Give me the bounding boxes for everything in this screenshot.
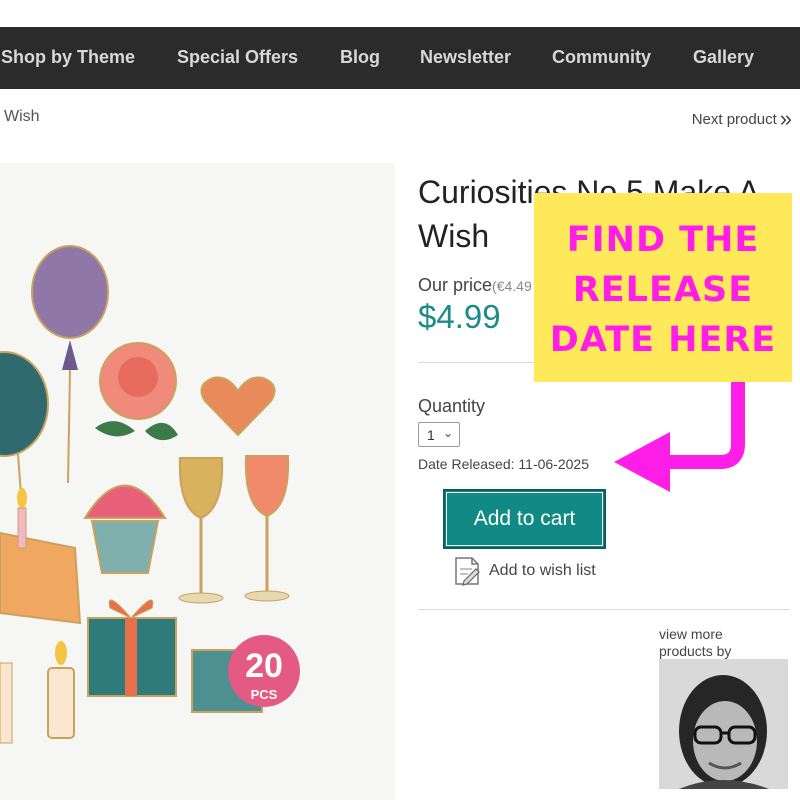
glass-left	[178, 457, 224, 520]
callout-arrow-icon	[614, 382, 745, 492]
nav-shop-by-theme[interactable]: Shop by Theme	[1, 47, 135, 68]
release-date-label: Date Released:	[418, 456, 515, 472]
callout-line: DATE HERE	[549, 320, 777, 360]
nav-newsletter[interactable]: Newsletter	[420, 47, 511, 68]
designer-photo	[659, 659, 788, 789]
quantity-label: Quantity	[418, 396, 486, 416]
callout-line: RELEASE	[572, 270, 754, 310]
product-image[interactable]: 20 PCS	[0, 163, 395, 800]
release-date-value: 11-06-2025	[518, 456, 589, 472]
price-label: Our price(€4.49	[418, 275, 532, 296]
badge-unit: PCS	[251, 687, 278, 702]
original-price: (€4.49	[492, 278, 532, 294]
divider	[418, 609, 790, 610]
release-date-callout: FIND THE RELEASE DATE HERE	[534, 193, 792, 382]
purple-balloon	[31, 245, 109, 339]
product-price: $4.99	[418, 298, 501, 335]
callout-line: FIND THE	[566, 220, 760, 260]
add-to-wishlist-label: Add to wish list	[489, 562, 596, 579]
wishlist-note-icon	[455, 557, 480, 586]
add-to-cart-button[interactable]: Add to cart	[443, 489, 606, 549]
next-product-link[interactable]: Next product»	[692, 106, 792, 132]
cupcake-frosting	[83, 484, 167, 519]
purple-balloon-knot	[62, 340, 78, 370]
glass-right	[244, 455, 290, 518]
product-illustration: 20 PCS	[0, 245, 300, 744]
next-product-label: Next product	[691, 111, 777, 128]
release-date: Date Released: 11-06-2025	[418, 456, 589, 472]
breadcrumb-current: Wish	[4, 108, 40, 125]
cake-slice	[0, 531, 82, 625]
nav-blog[interactable]: Blog	[340, 47, 380, 68]
nav-special-offers[interactable]: Special Offers	[177, 47, 298, 68]
nav-community[interactable]: Community	[552, 47, 651, 68]
top-strip	[0, 0, 800, 27]
nav-gallery[interactable]: Gallery	[693, 47, 754, 68]
designer-avatar[interactable]	[659, 659, 788, 789]
double-chevron-right-icon: »	[779, 106, 792, 131]
callout-text: FIND THE RELEASE DATE HERE	[534, 215, 792, 365]
quantity-select[interactable]: 1 ⌄	[418, 422, 460, 447]
cupcake-cup	[90, 520, 160, 574]
main-navbar: Shop by Theme Special Offers Blog Newsle…	[0, 27, 800, 89]
heart	[200, 376, 276, 437]
chevron-down-icon: ⌄	[442, 426, 453, 440]
teal-balloon	[0, 351, 49, 457]
view-more-products-label: view more products by	[659, 626, 732, 659]
badge-count: 20	[245, 647, 283, 685]
quantity-value: 1	[427, 427, 435, 443]
price-label-text: Our price	[418, 275, 493, 295]
candle	[47, 667, 75, 739]
